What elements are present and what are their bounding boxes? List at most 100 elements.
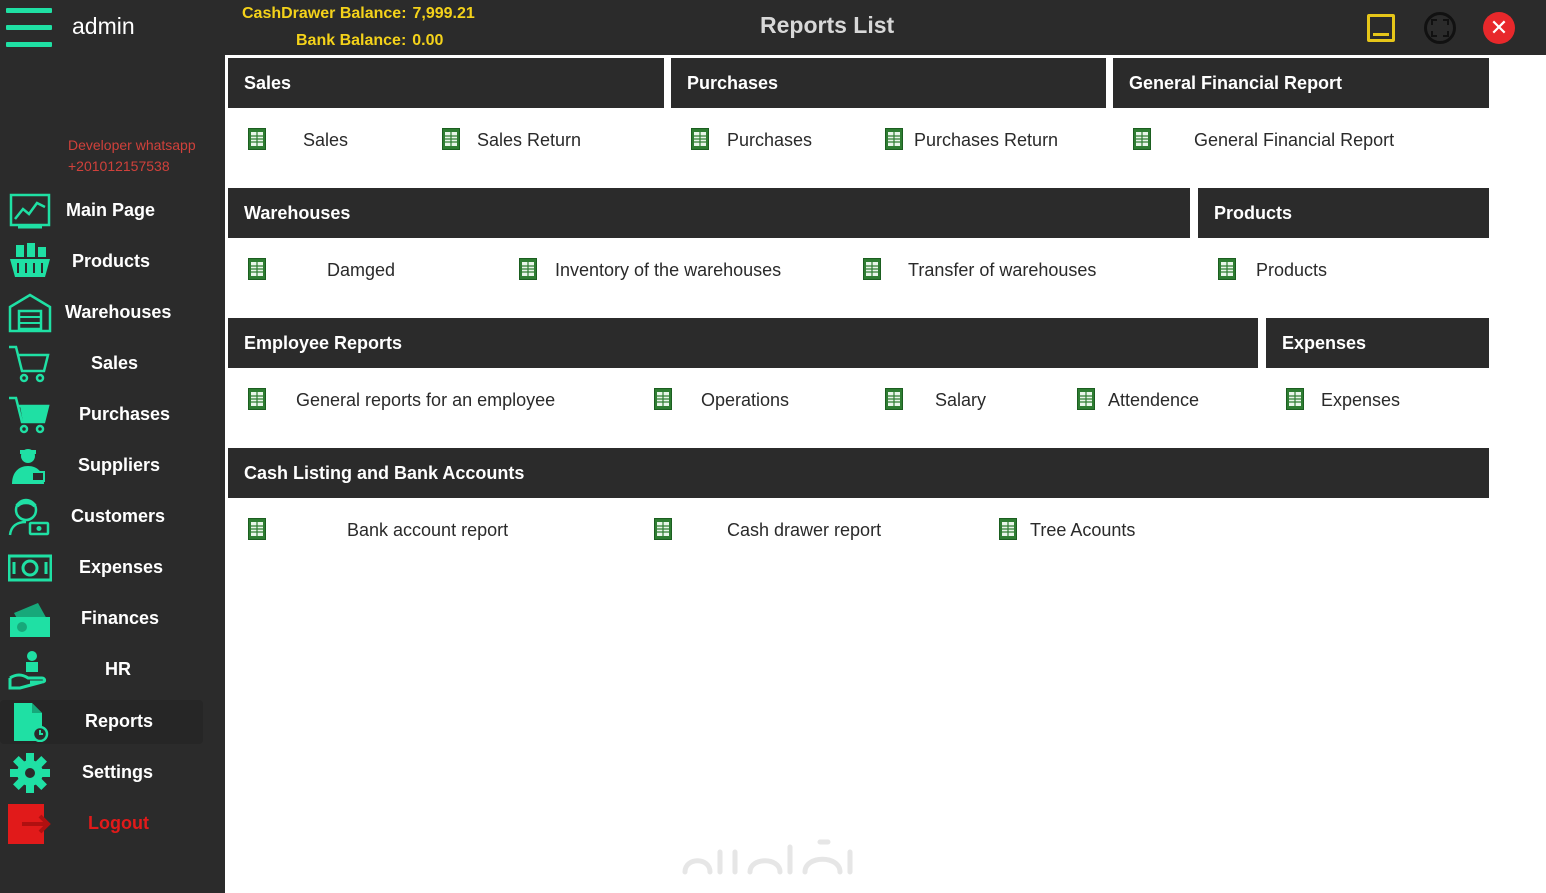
report-label: Sales — [303, 130, 349, 150]
customer-icon — [8, 498, 50, 536]
section-header-employee-reports: Employee Reports — [228, 318, 1258, 368]
report-sales[interactable]: Sales — [248, 126, 358, 154]
developer-label: Developer whatsapp — [68, 137, 196, 153]
gear-icon — [10, 753, 50, 793]
sidebar-item-finances[interactable]: Finances — [0, 597, 210, 641]
hr-hand-icon — [8, 651, 47, 690]
spreadsheet-icon — [248, 128, 266, 150]
spreadsheet-icon — [654, 388, 672, 410]
sidebar-item-products[interactable]: Products — [0, 240, 210, 284]
report-label: Inventory of the warehouses — [555, 260, 782, 280]
cash-drawer-value: 7,999.21 — [412, 5, 475, 22]
sidebar-item-label: HR — [105, 659, 131, 679]
sidebar-item-hr[interactable]: HR — [0, 648, 210, 692]
sidebar-item-purchases[interactable]: Purchases — [0, 393, 210, 437]
cart-full-icon — [9, 396, 50, 434]
spreadsheet-icon — [248, 258, 266, 280]
finance-icon — [10, 603, 50, 637]
report-sales-return[interactable]: Sales Return — [442, 126, 592, 154]
cash-drawer-balance: CashDrawer Balance: 7,999.21 — [242, 5, 475, 23]
sidebar-item-label: Settings — [82, 762, 154, 782]
sidebar: Developer whatsapp +201012157538 Main Pa… — [0, 55, 225, 893]
report-label: Sales Return — [477, 130, 582, 150]
report-label: Operations — [701, 390, 790, 410]
sidebar-item-settings[interactable]: Settings — [0, 751, 210, 795]
report-tree-accounts[interactable]: Tree Acounts — [999, 516, 1159, 544]
report-label: Damged — [327, 260, 396, 280]
spreadsheet-icon — [1286, 388, 1304, 410]
report-label: General reports for an employee — [296, 390, 556, 410]
developer-contact: Developer whatsapp +201012157538 — [68, 135, 196, 177]
report-label: Products — [1256, 260, 1328, 280]
report-damaged[interactable]: Damged — [248, 256, 428, 284]
spreadsheet-icon — [863, 258, 881, 280]
developer-phone: +201012157538 — [68, 158, 170, 174]
top-bar: admin CashDrawer Balance: 7,999.21 Bank B… — [0, 0, 1546, 55]
reports-panel: Sales Purchases General Financial Report… — [225, 55, 1546, 893]
sidebar-item-sales[interactable]: Sales — [0, 342, 210, 386]
report-purchases-return[interactable]: Purchases Return — [885, 126, 1065, 154]
products-basket-icon — [10, 243, 50, 277]
spreadsheet-icon — [442, 128, 460, 150]
chart-board-icon — [9, 193, 51, 229]
report-inventory-warehouses[interactable]: Inventory of the warehouses — [519, 256, 799, 284]
report-label: Tree Acounts — [1030, 520, 1136, 540]
sidebar-item-label: Purchases — [79, 404, 171, 424]
sidebar-item-label: Suppliers — [78, 455, 161, 475]
report-label: Purchases — [727, 130, 813, 150]
money-icon — [8, 554, 52, 582]
report-attendance[interactable]: Attendence — [1077, 386, 1217, 414]
close-icon[interactable]: ✕ — [1483, 12, 1515, 44]
report-operations[interactable]: Operations — [654, 386, 804, 414]
report-employee-general[interactable]: General reports for an employee — [248, 386, 578, 414]
spreadsheet-icon — [654, 518, 672, 540]
report-label: Transfer of warehouses — [908, 260, 1097, 280]
sidebar-item-warehouses[interactable]: Warehouses — [0, 291, 210, 335]
user-name: admin — [72, 13, 135, 39]
section-header-expenses: Expenses — [1266, 318, 1489, 368]
sidebar-item-label: Warehouses — [65, 302, 172, 322]
sidebar-item-main-page[interactable]: Main Page — [0, 189, 210, 233]
spreadsheet-icon — [1218, 258, 1236, 280]
report-label: Attendence — [1108, 390, 1200, 410]
sidebar-item-customers[interactable]: Customers — [0, 495, 210, 539]
spreadsheet-icon — [248, 388, 266, 410]
section-header-warehouses: Warehouses — [228, 188, 1190, 238]
sidebar-item-expenses[interactable]: Expenses — [0, 546, 210, 590]
spreadsheet-icon — [999, 518, 1017, 540]
spreadsheet-icon — [885, 128, 903, 150]
menu-hamburger-icon[interactable] — [6, 8, 52, 48]
section-header-products: Products — [1198, 188, 1489, 238]
report-products[interactable]: Products — [1218, 256, 1348, 284]
minimize-icon[interactable] — [1367, 14, 1395, 42]
report-general-financial[interactable]: General Financial Report — [1133, 126, 1413, 154]
sidebar-item-label: Expenses — [79, 557, 164, 577]
bank-balance-value: 0.00 — [412, 32, 444, 49]
spreadsheet-icon — [248, 518, 266, 540]
cart-icon — [9, 345, 50, 383]
report-expenses[interactable]: Expenses — [1286, 386, 1416, 414]
sidebar-item-label: Main Page — [66, 200, 156, 220]
report-purchases[interactable]: Purchases — [691, 126, 821, 154]
fullscreen-icon[interactable] — [1424, 12, 1456, 44]
section-header-general-financial: General Financial Report — [1113, 58, 1489, 108]
report-bank-account[interactable]: Bank account report — [248, 516, 528, 544]
sidebar-item-label: Logout — [88, 813, 149, 833]
sidebar-item-label: Sales — [91, 353, 139, 373]
sidebar-item-suppliers[interactable]: Suppliers — [0, 444, 210, 488]
report-label: Salary — [935, 390, 987, 410]
report-label: Expenses — [1321, 390, 1401, 410]
sidebar-item-reports[interactable]: Reports — [0, 700, 203, 744]
report-label: General Financial Report — [1194, 130, 1395, 150]
report-cash-drawer[interactable]: Cash drawer report — [654, 516, 904, 544]
spreadsheet-icon — [1133, 128, 1151, 150]
report-transfer-warehouses[interactable]: Transfer of warehouses — [863, 256, 1113, 284]
report-label: Purchases Return — [914, 130, 1059, 150]
spreadsheet-icon — [1077, 388, 1095, 410]
section-header-cash-bank: Cash Listing and Bank Accounts — [228, 448, 1489, 498]
section-header-purchases: Purchases — [671, 58, 1106, 108]
sidebar-item-logout[interactable]: Logout — [0, 802, 210, 846]
report-salary[interactable]: Salary — [885, 386, 995, 414]
logout-icon — [8, 804, 51, 844]
section-header-sales: Sales — [228, 58, 664, 108]
